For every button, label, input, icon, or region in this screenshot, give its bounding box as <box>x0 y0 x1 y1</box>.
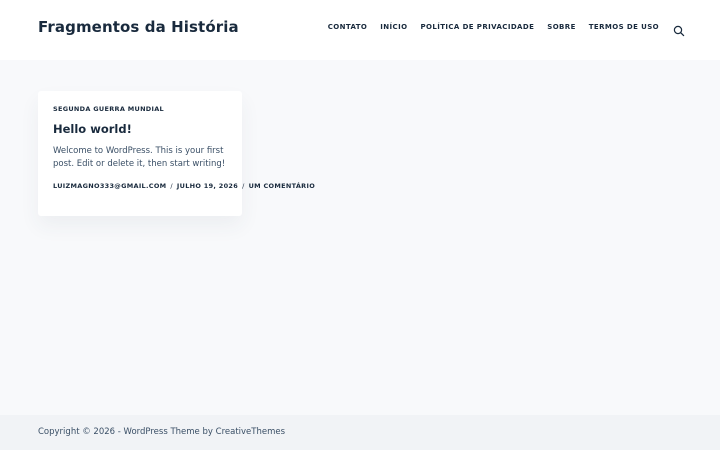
nav-item-sobre[interactable]: SOBRE <box>547 23 576 31</box>
meta-separator: / <box>242 182 245 190</box>
wordpress-theme-link[interactable]: WordPress Theme <box>124 427 200 437</box>
post-meta: LUIZMAGNO333@GMAIL.COM / JULHO 19, 2026 / UM… <box>53 181 315 191</box>
search-icon <box>673 25 685 37</box>
site-title[interactable]: Fragmentos da História <box>38 18 239 36</box>
main-nav: CONTATO INÍCIO POLÍTICA DE PRIVACIDADE S… <box>328 23 659 31</box>
copyright-text: Copyright © 2026 - <box>38 427 124 437</box>
post-title-link[interactable]: Hello world! <box>53 122 132 136</box>
footer-copyright: Copyright © 2026 - WordPress Theme by Cr… <box>38 427 285 437</box>
site-footer: Copyright © 2026 - WordPress Theme by Cr… <box>0 415 720 450</box>
post-excerpt: Welcome to WordPress. This is your first… <box>53 146 226 169</box>
nav-item-contato[interactable]: CONTATO <box>328 23 368 31</box>
nav-item-inicio[interactable]: INÍCIO <box>380 23 407 31</box>
meta-separator: / <box>170 182 173 190</box>
post-card: SEGUNDA GUERRA MUNDIAL Hello world! Welc… <box>38 91 315 216</box>
by-text: by <box>199 427 216 437</box>
nav-item-termos-de-uso[interactable]: TERMOS DE USO <box>589 23 659 31</box>
nav-item-politica-de-privacidade[interactable]: POLÍTICA DE PRIVACIDADE <box>420 23 534 31</box>
site-header: Fragmentos da História CONTATO INÍCIO PO… <box>0 0 720 60</box>
creativethemes-link[interactable]: CreativeThemes <box>216 427 285 437</box>
post-date-link[interactable]: JULHO 19, 2026 <box>177 182 238 190</box>
post-author-link[interactable]: LUIZMAGNO333@GMAIL.COM <box>53 182 166 190</box>
search-button[interactable] <box>673 25 685 37</box>
post-comments-link[interactable]: UM COMENTÁRIO <box>249 182 315 190</box>
post-category-link[interactable]: SEGUNDA GUERRA MUNDIAL <box>53 105 164 113</box>
